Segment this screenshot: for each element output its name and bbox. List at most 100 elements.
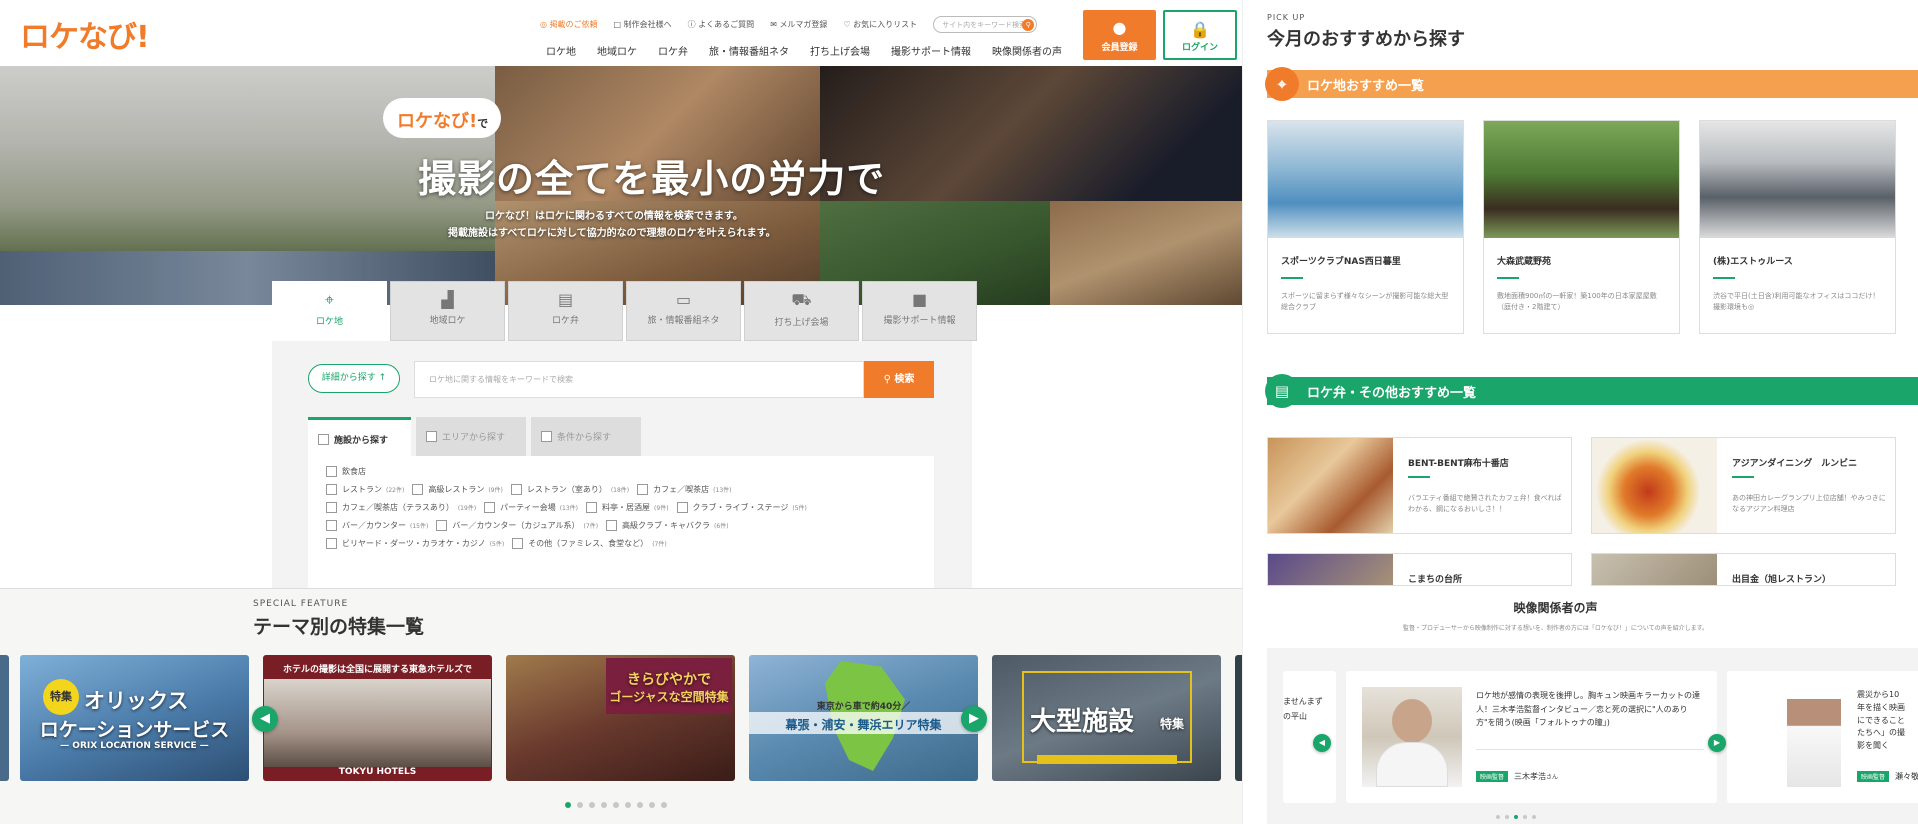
carousel-dot[interactable] [1532, 815, 1536, 819]
bento-icon: ▤ [557, 290, 574, 309]
arrow-right-icon[interactable]: ▶ [1708, 734, 1726, 752]
tab-afterparty[interactable]: ⛟ 打ち上げ会場 [744, 281, 859, 341]
carousel-dot[interactable] [565, 802, 571, 808]
bento-icon: ▤ [1265, 374, 1299, 408]
nav-item-bento[interactable]: ロケ弁 [658, 43, 688, 58]
register-button[interactable]: ● 会員登録 [1083, 10, 1156, 60]
subtab-area[interactable]: エリアから探す [416, 417, 526, 456]
arrow-right-icon[interactable]: ▶ [961, 706, 987, 732]
nav-item-travel[interactable]: 旅・情報番組ネタ [709, 43, 789, 58]
interviewee-meta: 映画監督 三木孝浩さん [1476, 771, 1558, 782]
camera-icon: ■ [911, 290, 928, 309]
detail-search-button[interactable]: 詳細から探す ↑ [308, 364, 400, 393]
tab-regional[interactable]: ▟ 地域ロケ [390, 281, 505, 341]
checkbox-ryotei-izakaya[interactable]: 料亭・居酒屋 (9件) [586, 502, 669, 513]
feature-card-partial[interactable] [0, 655, 9, 781]
checkbox-restaurants-group[interactable]: 飲食店 [326, 466, 366, 477]
building-icon: ▟ [441, 290, 454, 309]
bento-card[interactable]: こまちの台所 [1267, 553, 1572, 586]
voice-card-next[interactable]: 震災から10年を描く映画にできることたちへ」の撮影を聞く 映画監督 瀬々敬 [1727, 671, 1918, 803]
carousel-dot[interactable] [625, 802, 631, 808]
checkbox-other-dining[interactable]: その他（ファミレス、食堂など） (7件) [512, 538, 667, 549]
feature-card-makuhari[interactable]: 東京から車で約40分／ 幕張・浦安・舞浜エリア特集 [749, 655, 978, 781]
checkbox-cafe[interactable]: カフェ／喫茶店 (13件) [637, 484, 731, 495]
feature-yellow-strip [1037, 755, 1177, 764]
nav-item-location[interactable]: ロケ地 [546, 43, 576, 58]
subtab-condition[interactable]: 条件から探す [531, 417, 641, 456]
interviewee-photo [1787, 699, 1841, 787]
location-card[interactable]: (株)エストゥルース 渋谷で平日(土日含)利用可能なオフィスはココだけ！撮影環境… [1699, 120, 1896, 334]
keyword-search-input[interactable]: ロケ地に関する情報をキーワードで検索 [414, 361, 864, 398]
section-title: 今月のおすすめから探す [1267, 29, 1465, 50]
bento-recommend-heading: ▤ ロケ弁・その他おすすめ一覧 [1265, 374, 1918, 408]
bento-card[interactable]: アジアンダイニング ルンビニ あの神田カレーグランプリ上位店舗！やみつきになるア… [1591, 437, 1896, 534]
nav-item-regional[interactable]: 地域ロケ [597, 43, 637, 58]
checkbox-restaurant[interactable]: レストラン (22件) [326, 484, 404, 495]
checkbox-club-live-stage[interactable]: クラブ・ライブ・ステージ (5件) [676, 502, 807, 513]
special-feature-section: SPECIAL FEATURE テーマ別の特集一覧 特集 オリックス ロケーショ… [0, 588, 1242, 824]
location-card[interactable]: スポーツクラブNAS西日暮里 スポーツに留まらず様々なシーンが撮影可能な総大型総… [1267, 120, 1464, 334]
carousel-dot[interactable] [601, 802, 607, 808]
nav-item-afterparty[interactable]: 打ち上げ会場 [810, 43, 870, 58]
search-icon: ⚲ [883, 374, 891, 385]
carousel-dot[interactable] [661, 802, 667, 808]
carousel-dot[interactable] [1496, 815, 1500, 819]
header-search-input[interactable]: サイト内をキーワード検索 ⚲ [933, 16, 1038, 33]
section-subtitle: 監督・プロデューサーから映像制作に対する想いを、制作者の方には「ロケなび！」につ… [1402, 625, 1709, 632]
checkbox-party-venue[interactable]: パーティー会場 (13件) [484, 502, 578, 513]
feature-card-large-facility[interactable]: 大型施設 特集 [992, 655, 1221, 781]
voice-section: 映像関係者の声 監督・プロデューサーから映像制作に対する想いを、制作者の方には「… [1243, 586, 1918, 824]
carousel-dot[interactable] [577, 802, 583, 808]
location-recommend-heading: ⌖ ロケ地おすすめ一覧 [1265, 67, 1918, 101]
carousel-dot[interactable] [1514, 815, 1518, 819]
feature-card-orix[interactable]: 特集 オリックス ロケーションサービス — ORIX LOCATION SERV… [20, 655, 249, 781]
hero-logo-bubble: ロケなび!で [383, 98, 501, 138]
bento-card[interactable]: 出目金（旭レストラン） [1591, 553, 1896, 586]
arrow-left-icon[interactable]: ◀ [252, 706, 278, 732]
arrow-left-icon[interactable]: ◀ [1313, 734, 1331, 752]
feature-card-tokyu[interactable]: ホテルの撮影は全国に展開する東急ホテルズで TOKYU HOTELS [263, 655, 492, 781]
carousel-dot[interactable] [589, 802, 595, 808]
util-link-newsletter[interactable]: ✉ メルマガ登録 [770, 19, 827, 30]
tab-support[interactable]: ■ 撮影サポート情報 [862, 281, 977, 341]
login-button[interactable]: 🔒 ログイン [1163, 10, 1237, 60]
carousel-dot[interactable] [649, 802, 655, 808]
tab-location[interactable]: ⌖ ロケ地 [272, 281, 387, 343]
location-card[interactable]: 大森武蔵野苑 敷地面積900㎡の一軒家！築100年の日本家屋屋敷（庭付き・2階建… [1483, 120, 1680, 334]
carousel-dot[interactable] [613, 802, 619, 808]
search-button[interactable]: ⚲ 検索 [864, 361, 934, 398]
util-link-favorites[interactable]: ♡ お気に入りリスト [843, 19, 917, 30]
util-link-faq[interactable]: ⓘ よくあるご質問 [688, 19, 755, 30]
tab-bento[interactable]: ▤ ロケ弁 [508, 281, 623, 341]
location-photo [1268, 121, 1463, 238]
facility-checklist: 飲食店 レストラン (22件) 高級レストラン (9件) レストラン（室あり） (18… [308, 456, 934, 596]
checkbox-high-end-restaurant[interactable]: 高級レストラン (9件) [412, 484, 503, 495]
global-nav: ロケ地 地域ロケ ロケ弁 旅・情報番組ネタ 打ち上げ会場 撮影サポート情報 映像… [546, 43, 1062, 58]
nav-item-voice[interactable]: 映像関係者の声 [992, 43, 1062, 58]
bento-photo [1268, 438, 1393, 533]
checkbox-cafe-terrace[interactable]: カフェ／喫茶店（テラスあり） (19件) [326, 502, 476, 513]
nav-item-support[interactable]: 撮影サポート情報 [891, 43, 971, 58]
utility-links: ◎ 掲載のご依頼 □ 制作会社様へ ⓘ よくあるご質問 ✉ メルマガ登録 ♡ お… [540, 16, 1038, 33]
checkbox-bar-counter[interactable]: バー／カウンター (15件) [326, 520, 428, 531]
feature-photo-hotel [264, 679, 491, 767]
bento-card[interactable]: BENT-BENT麻布十番店 バラエティ番組で絶賛されたカフェ弁！食べればわかる… [1267, 437, 1572, 534]
feature-card-gorgeous[interactable]: きらびやかで ゴージャスな空間特集 [506, 655, 735, 781]
location-photo [1700, 121, 1895, 238]
checkbox-high-end-club[interactable]: 高級クラブ・キャバクラ (6件) [606, 520, 729, 531]
checkbox-restaurant-room[interactable]: レストラン（室あり） (18件) [510, 484, 629, 495]
checkbox-billiards-karaoke[interactable]: ビリヤード・ダーツ・カラオケ・カジノ (5件) [326, 538, 504, 549]
checkbox-bar-casual[interactable]: バー／カウンター（カジュアル系） (7件) [436, 520, 598, 531]
carousel-dot[interactable] [1505, 815, 1509, 819]
voice-card-main[interactable]: ロケ地が感情の表現を後押し。胸キュン映画キラーカットの達人！三木孝浩監督インタビ… [1346, 671, 1717, 803]
search-panel: 詳細から探す ↑ ロケ地に関する情報をキーワードで検索 ⚲ 検索 施設から探す … [272, 341, 972, 596]
carousel-dot[interactable] [1523, 815, 1527, 819]
tab-travel[interactable]: ▭ 旅・情報番組ネタ [626, 281, 741, 341]
util-link-producers[interactable]: □ 制作会社様へ [614, 19, 672, 30]
carousel-dot[interactable] [637, 802, 643, 808]
feature-card-partial-right[interactable] [1235, 655, 1242, 781]
search-icon[interactable]: ⚲ [1022, 19, 1035, 31]
util-link-listing[interactable]: ◎ 掲載のご依頼 [540, 19, 598, 30]
subtab-facility[interactable]: 施設から探す [308, 417, 411, 456]
site-logo[interactable]: ロケなび! [20, 12, 150, 56]
